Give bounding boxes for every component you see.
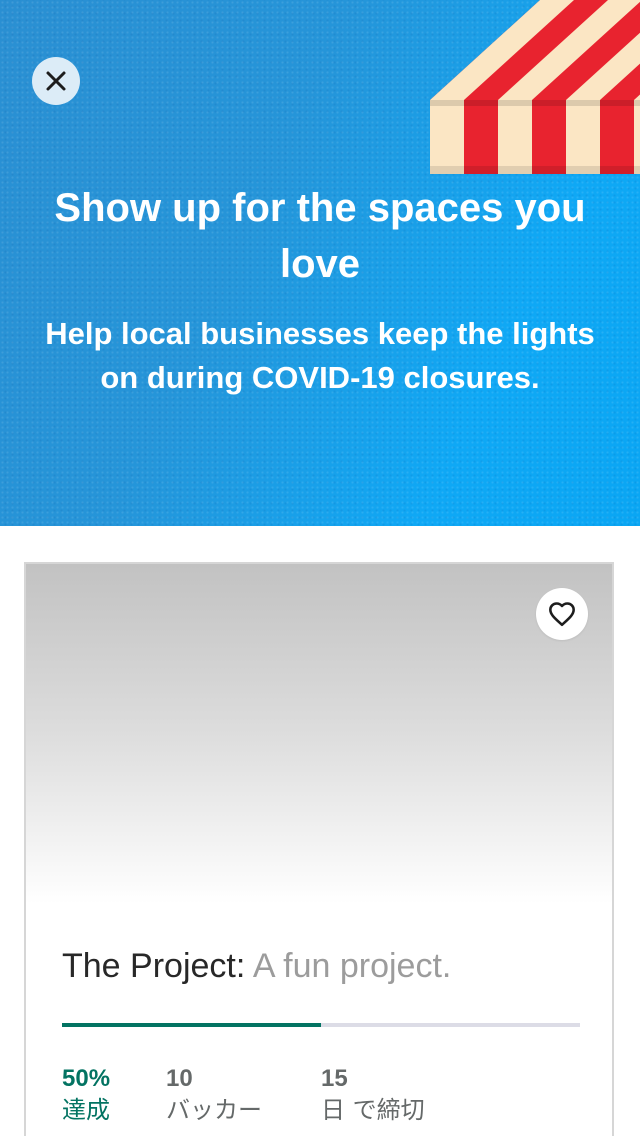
stat-backers: 10 バッカー <box>166 1064 321 1126</box>
funding-progress-fill <box>62 1023 321 1027</box>
covid-banner: Show up for the spaces you love Help loc… <box>0 0 640 526</box>
project-blurb: A fun project. <box>252 947 452 985</box>
banner-subtitle: Help local businesses keep the lights on… <box>45 316 595 395</box>
storefront-awning-icon <box>430 0 640 174</box>
close-button[interactable] <box>32 57 80 105</box>
days-left-count: 15 <box>321 1065 348 1092</box>
backers-label: バッカー <box>166 1096 262 1124</box>
funded-percent: 50% <box>62 1065 111 1092</box>
project-image <box>26 564 612 904</box>
favorite-button[interactable] <box>536 588 588 640</box>
project-title[interactable]: The Project: A fun project. <box>62 942 451 990</box>
project-name: The Project: <box>62 947 246 985</box>
stat-days-left: 15 日 で締切 <box>321 1064 425 1126</box>
banner-title: Show up for the spaces you love <box>54 186 586 286</box>
backers-count: 10 <box>166 1065 193 1092</box>
project-stats: 50% 達成 10 バッカー 15 日 で締切 <box>62 1064 425 1126</box>
project-card[interactable]: The Project: A fun project. 50% 達成 10 バッ… <box>24 562 614 1136</box>
funding-progress-bar <box>62 1023 580 1027</box>
days-left-label: 日 で締切 <box>321 1096 425 1124</box>
heart-icon <box>549 602 575 627</box>
funded-label: 達成 <box>62 1096 110 1124</box>
screen: Show up for the spaces you love Help loc… <box>0 0 640 1136</box>
stat-funded: 50% 達成 <box>62 1064 166 1126</box>
close-icon <box>46 71 66 91</box>
